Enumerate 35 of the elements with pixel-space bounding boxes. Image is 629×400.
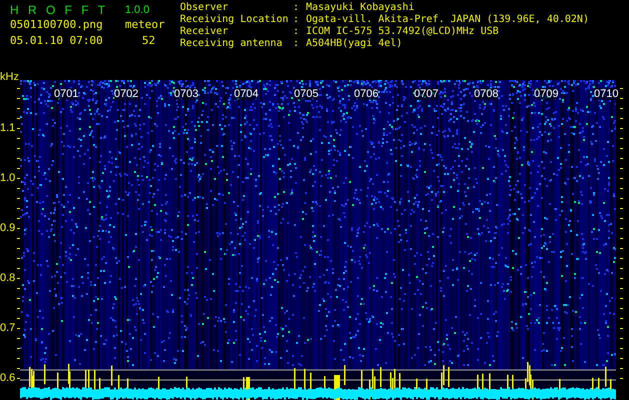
- time-label: 0709: [534, 88, 558, 100]
- axis-label: 1.0: [0, 172, 16, 184]
- axis-label: 0.6: [0, 372, 16, 384]
- time-label: 0704: [234, 88, 258, 100]
- meteor-label: meteor: [125, 19, 166, 31]
- info-separator: :: [293, 26, 300, 38]
- info-separator: :: [293, 38, 300, 50]
- info-value: A504HB(yagi 4el): [306, 38, 404, 50]
- axis-label: 0.9: [0, 222, 16, 234]
- axis-label: 0.7: [0, 322, 16, 334]
- info-separator: :: [293, 14, 300, 26]
- info-separator: :: [293, 2, 300, 14]
- info-value: ICOM IC-575 53.7492(@LCD)MHz USB: [306, 26, 500, 38]
- info-value: Ogata-vill. Akita-Pref. JAPAN (139.96E, 40.02N): [306, 14, 589, 26]
- info-value: Masayuki Kobayashi: [306, 2, 416, 14]
- file-name: 0501100700.png: [10, 19, 104, 31]
- time-label: 0705: [294, 88, 318, 100]
- version-text: 1.0.0: [125, 3, 150, 18]
- time-label: 0703: [174, 88, 198, 100]
- axis-label: 0.8: [0, 272, 16, 284]
- axis-unit: kHz: [0, 71, 19, 83]
- date-time: 05.01.10 07:00: [10, 35, 104, 47]
- time-label: 0710: [594, 88, 618, 100]
- info-label: Receiving Location: [180, 14, 290, 26]
- axis-label: 1.1: [0, 122, 16, 134]
- info-label: Observer: [180, 2, 230, 14]
- time-label: 0702: [114, 88, 138, 100]
- time-label: 0701: [54, 88, 78, 100]
- info-label: Receiving antenna: [180, 38, 284, 50]
- app-title: H R O F F T: [10, 2, 108, 19]
- meteor-count: 52: [141, 35, 156, 47]
- time-label: 0706: [354, 88, 378, 100]
- info-label: Receiver: [180, 26, 230, 38]
- time-label: 0708: [474, 88, 498, 100]
- time-label: 0707: [414, 88, 438, 100]
